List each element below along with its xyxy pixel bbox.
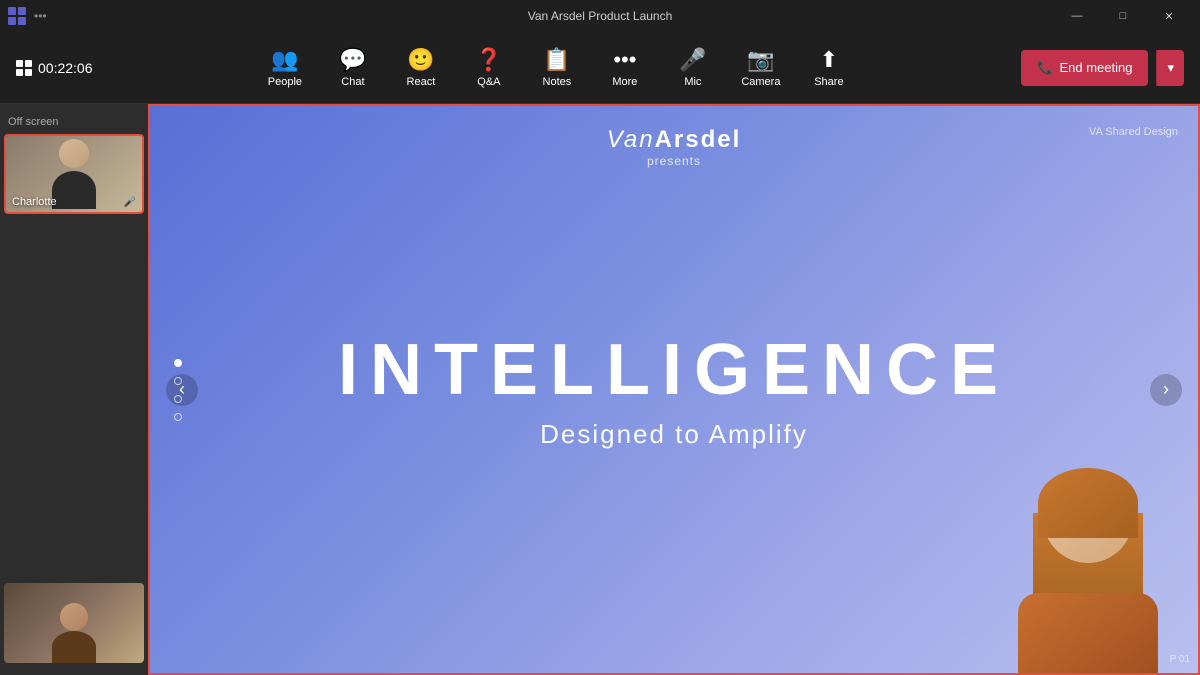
van-arsdel-logo: VanArsdel presents — [607, 126, 742, 168]
window-controls: — □ ✕ — [1054, 0, 1192, 32]
mic-button[interactable]: 🎤 Mic — [661, 38, 725, 98]
notes-label: Notes — [543, 76, 572, 88]
slide-main-title: INTELLIGENCE — [338, 329, 1010, 411]
more-label: More — [612, 76, 637, 88]
presentation-area: VanArsdel presents VA Shared Design INTE… — [148, 104, 1200, 675]
app-dots: ••• — [34, 9, 47, 23]
more-button[interactable]: ••• More — [593, 38, 657, 98]
slide-content: VanArsdel presents VA Shared Design INTE… — [150, 106, 1198, 673]
close-button[interactable]: ✕ — [1146, 0, 1192, 32]
qa-icon: ❓ — [475, 47, 502, 73]
slide-dot-3[interactable] — [174, 395, 182, 403]
chat-label: Chat — [341, 76, 364, 88]
meeting-timer: 00:22:06 — [38, 60, 93, 76]
qa-button[interactable]: ❓ Q&A — [457, 38, 521, 98]
slide-header: VanArsdel presents — [150, 126, 1198, 168]
end-meeting-button[interactable]: 📞 End meeting — [1021, 50, 1148, 86]
camera-button[interactable]: 📷 Camera — [729, 38, 793, 98]
people-button[interactable]: 👥 People — [253, 38, 317, 98]
toolbar-left: 00:22:06 — [16, 60, 93, 76]
camera-label: Camera — [741, 76, 780, 88]
presenter-video-overlay — [978, 453, 1198, 673]
maximize-button[interactable]: □ — [1100, 0, 1146, 32]
end-meeting-label: End meeting — [1059, 60, 1132, 75]
camera-icon: 📷 — [747, 47, 774, 73]
people-label: People — [268, 76, 302, 88]
share-icon: ⬆ — [820, 47, 838, 73]
mic-icon: 🎤 — [679, 47, 706, 73]
people-icon: 👥 — [271, 47, 298, 73]
slide-dot-4[interactable] — [174, 413, 182, 421]
presents-text: presents — [607, 154, 742, 168]
app-icon — [8, 7, 26, 25]
slide-dot-1[interactable] — [174, 359, 182, 367]
presenter-body — [1018, 593, 1158, 673]
react-icon: 🙂 — [407, 47, 434, 73]
charlotte-mic-icon: 🎤 — [124, 197, 136, 208]
share-button[interactable]: ⬆ Share — [797, 38, 861, 98]
toolbar: 00:22:06 👥 People 💬 Chat 🙂 React ❓ Q&A 📋… — [0, 32, 1200, 104]
notes-icon: 📋 — [543, 47, 570, 73]
react-label: React — [407, 76, 436, 88]
share-label: Share — [814, 76, 843, 88]
chevron-right-icon: › — [1163, 379, 1169, 400]
slide-dot-2[interactable] — [174, 377, 182, 385]
presenter-figure — [978, 453, 1198, 673]
slide-previous-button[interactable]: ‹ — [166, 374, 198, 406]
chat-button[interactable]: 💬 Chat — [321, 38, 385, 98]
timer-value: 00:22:06 — [38, 60, 93, 76]
slide-subtitle: Designed to Amplify — [540, 419, 808, 450]
logo-text: VanArsdel — [607, 126, 742, 154]
main-area: Off screen Charlotte 🎤 — [0, 104, 1200, 675]
minimize-button[interactable]: — — [1054, 0, 1100, 32]
slide-next-button[interactable]: › — [1150, 374, 1182, 406]
react-button[interactable]: 🙂 React — [389, 38, 453, 98]
toolbar-right: 📞 End meeting ▾ — [1021, 50, 1184, 86]
slide-top-right-text: VA Shared Design — [1089, 126, 1178, 138]
mic-label: Mic — [684, 76, 701, 88]
off-screen-label: Off screen — [0, 112, 148, 134]
charlotte-name: Charlotte — [12, 196, 57, 208]
toolbar-center: 👥 People 💬 Chat 🙂 React ❓ Q&A 📋 Notes ••… — [253, 38, 861, 98]
window-title: Van Arsdel Product Launch — [528, 9, 673, 23]
qa-label: Q&A — [477, 76, 500, 88]
grid-icon — [16, 60, 32, 76]
notes-button[interactable]: 📋 Notes — [525, 38, 589, 98]
titlebar: ••• Van Arsdel Product Launch — □ ✕ — [0, 0, 1200, 32]
presenter-hair-top — [1038, 468, 1138, 538]
page-indicator: P 01 — [1170, 654, 1190, 665]
slide-pagination — [174, 359, 182, 421]
presenter-person — [988, 463, 1188, 673]
participant-guest[interactable] — [4, 583, 144, 663]
chat-icon: 💬 — [339, 47, 366, 73]
chevron-down-icon: ▾ — [1167, 60, 1174, 76]
participant-charlotte[interactable]: Charlotte 🎤 — [4, 134, 144, 214]
sidebar: Off screen Charlotte 🎤 — [0, 104, 148, 675]
end-meeting-phone-icon: 📞 — [1037, 60, 1053, 76]
end-meeting-dropdown-button[interactable]: ▾ — [1156, 50, 1184, 86]
more-icon: ••• — [613, 47, 636, 73]
